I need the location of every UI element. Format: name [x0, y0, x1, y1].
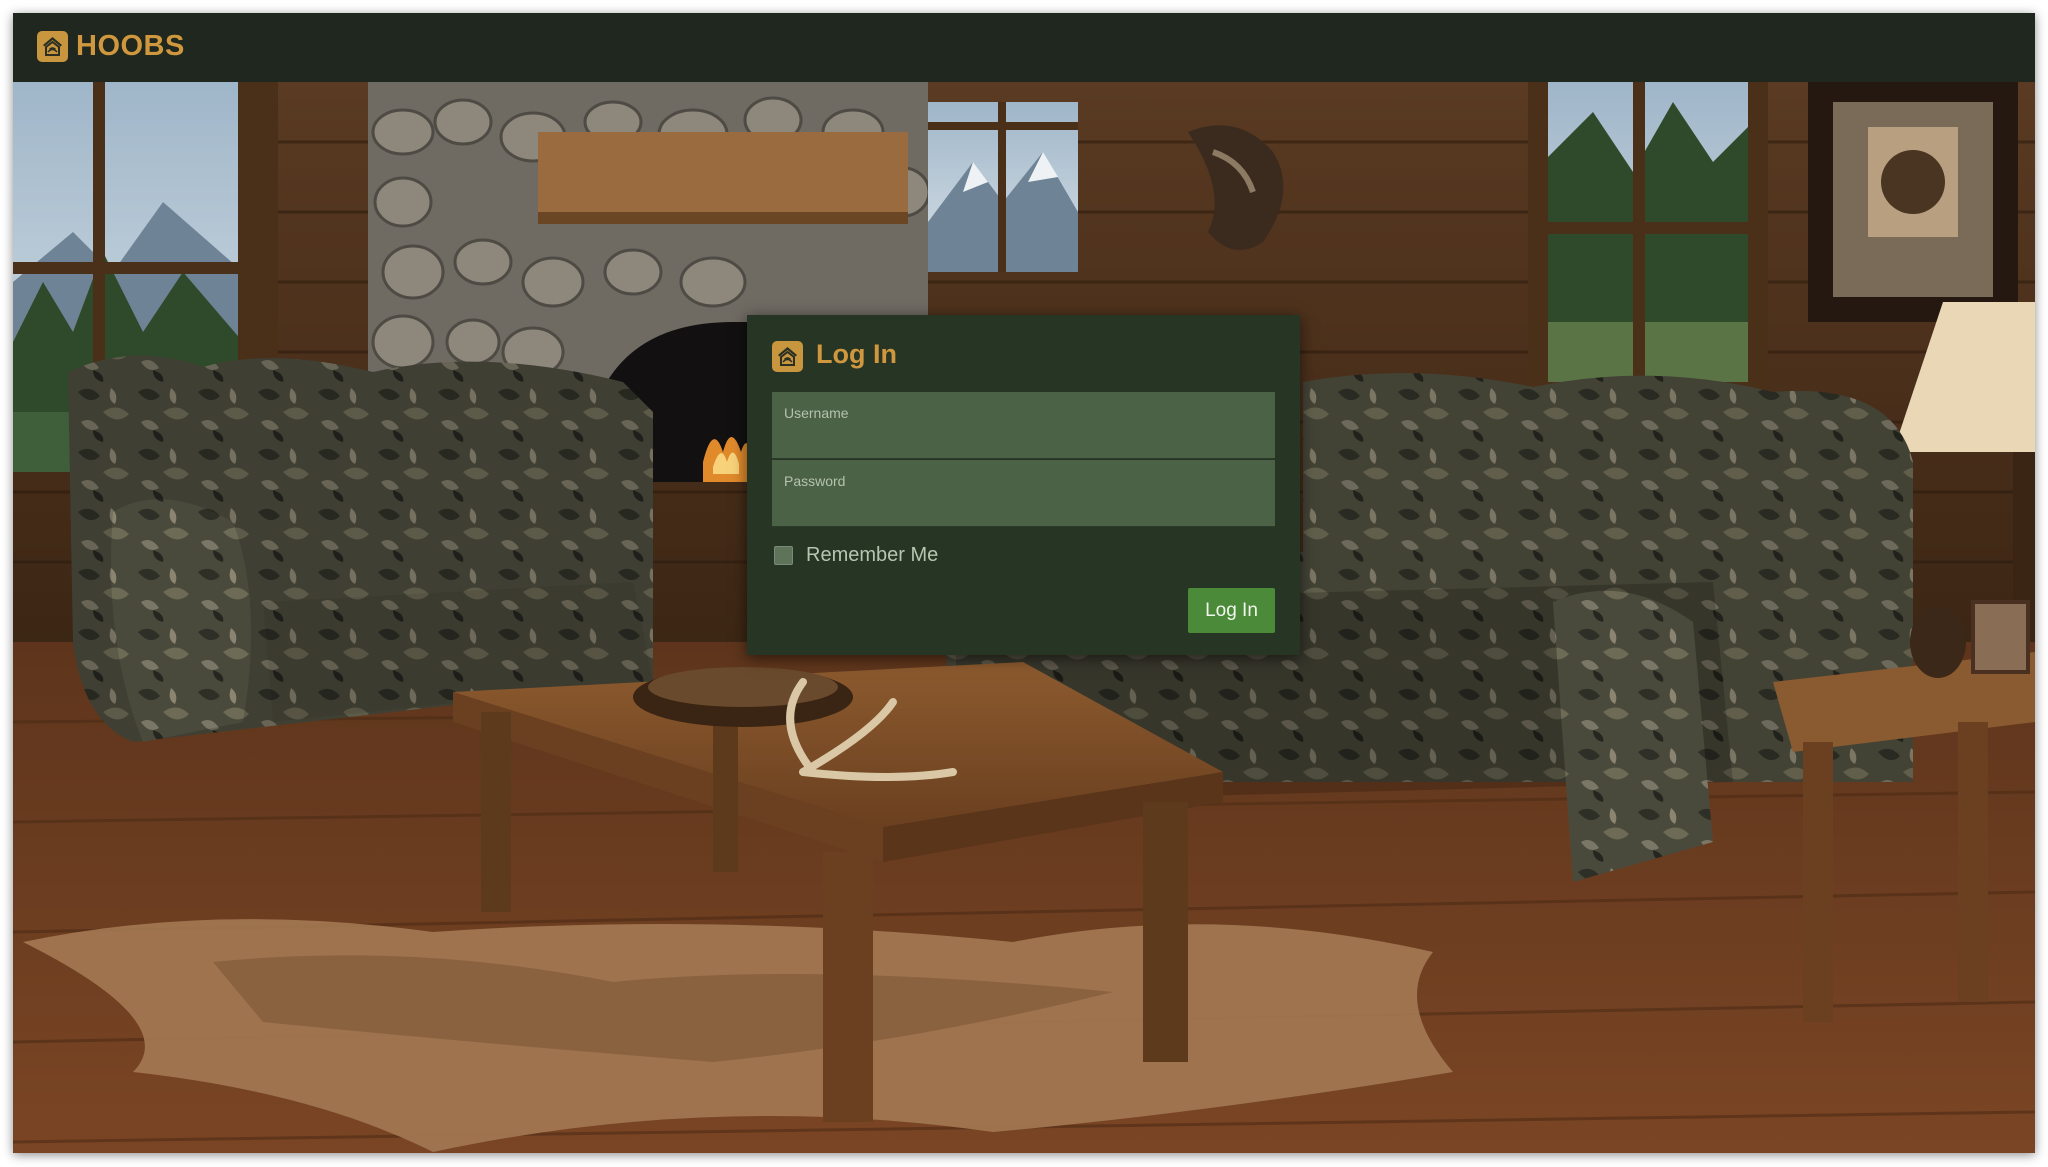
login-title: Log In [816, 339, 897, 369]
hoobs-logo-icon [772, 341, 803, 372]
login-button[interactable]: Log In [1188, 588, 1275, 633]
hoobs-logo-icon [37, 31, 68, 62]
remember-me-checkbox[interactable] [774, 546, 793, 565]
brand-name: HOOBS [76, 30, 185, 62]
top-app-bar: HOOBS [13, 13, 2035, 82]
username-field[interactable]: Username [772, 392, 1275, 459]
remember-me-label[interactable]: Remember Me [806, 544, 938, 567]
username-label: Username [784, 405, 849, 421]
app-window: HOOBS Log In Username Password Remember … [13, 13, 2035, 1153]
password-label: Password [784, 473, 846, 489]
username-input[interactable] [782, 422, 1266, 452]
password-field[interactable]: Password [772, 460, 1275, 527]
password-input[interactable] [782, 490, 1266, 520]
login-card: Log In Username Password Remember Me Log… [747, 315, 1300, 655]
remember-me-row[interactable]: Remember Me [774, 544, 938, 567]
